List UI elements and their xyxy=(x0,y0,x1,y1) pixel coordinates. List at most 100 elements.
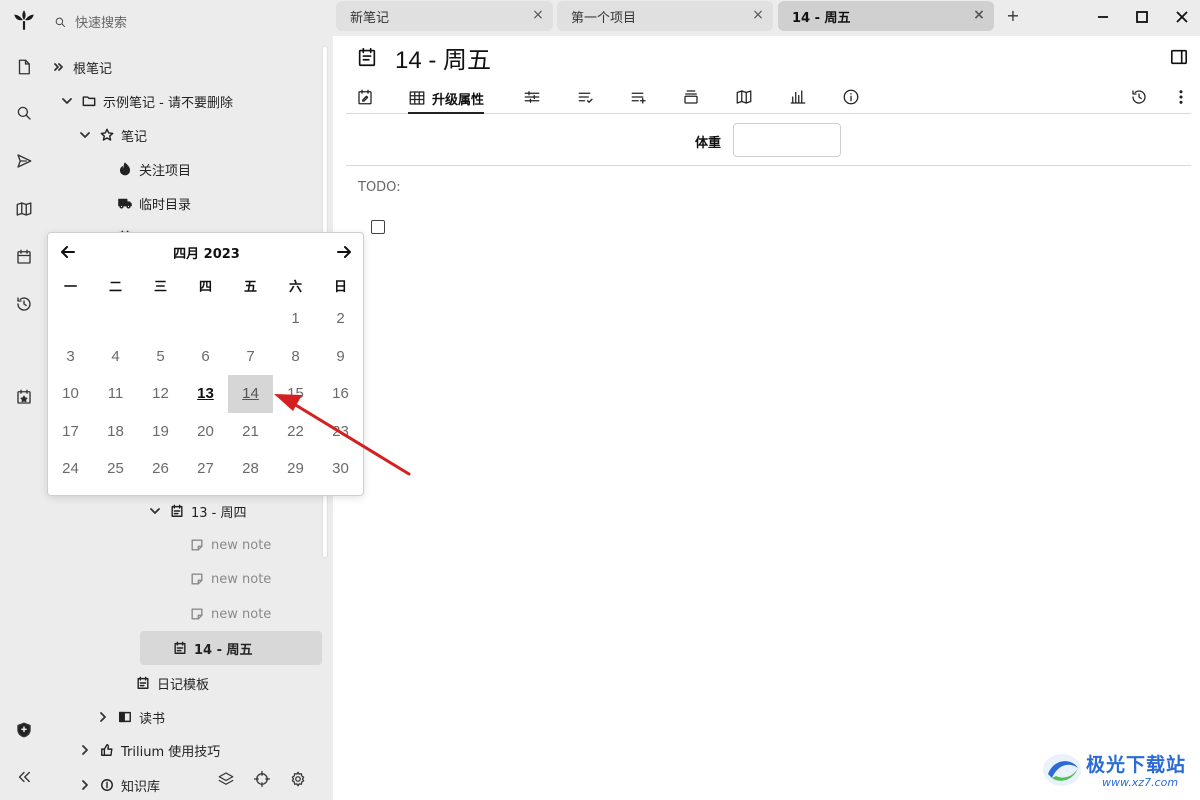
calendar-day-today[interactable]: 13 xyxy=(183,375,228,413)
maximize-icon[interactable] xyxy=(1131,6,1153,28)
tree-item-new-note[interactable]: new note xyxy=(189,601,271,627)
calendar-day[interactable]: 2 xyxy=(318,300,363,338)
new-note-icon[interactable] xyxy=(10,53,37,80)
calendar-day[interactable]: 26 xyxy=(138,450,183,488)
chevron-right-icon[interactable] xyxy=(79,779,91,791)
recent-changes-icon[interactable] xyxy=(10,290,37,317)
calendar-day[interactable]: 12 xyxy=(138,375,183,413)
layers-icon[interactable] xyxy=(215,768,237,790)
calendar-weekday: 日 xyxy=(333,280,347,295)
calendar-day[interactable]: 3 xyxy=(48,338,93,376)
calendar-day[interactable]: 27 xyxy=(183,450,228,488)
calendar-note-icon[interactable] xyxy=(356,46,378,68)
tab-day-14[interactable]: 14 - 周五 × xyxy=(778,1,994,31)
chevron-down-icon[interactable] xyxy=(149,505,161,517)
tab-new-note[interactable]: 新笔记 × xyxy=(336,1,553,31)
tree-item-label: 14 - 周五 xyxy=(194,642,253,658)
tree-item-notes[interactable]: 笔记 xyxy=(79,122,147,148)
calendar-month-label[interactable]: 四月 2023 xyxy=(48,243,365,262)
weight-field[interactable] xyxy=(733,123,841,157)
calendar-day[interactable]: 1 xyxy=(273,300,318,338)
bar-chart-icon[interactable] xyxy=(789,84,807,110)
double-chevron-right-icon[interactable] xyxy=(53,61,65,73)
sliders-icon[interactable] xyxy=(523,84,541,110)
crosshair-icon[interactable] xyxy=(251,768,273,790)
todo-checkbox[interactable] xyxy=(371,220,385,234)
info-icon[interactable] xyxy=(842,84,860,110)
arrow-right-icon[interactable] xyxy=(333,241,355,263)
close-icon[interactable]: × xyxy=(752,8,764,22)
tree-item-root[interactable]: 根笔记 xyxy=(53,54,112,80)
tree-item-watch-projects[interactable]: 关注项目 xyxy=(117,156,191,182)
calendar-day[interactable]: 21 xyxy=(228,413,273,451)
tree-item-books[interactable]: 读书 xyxy=(97,704,165,730)
calendar-day[interactable]: 20 xyxy=(183,413,228,451)
calendar-day[interactable]: 17 xyxy=(48,413,93,451)
calendar-day[interactable]: 30 xyxy=(318,450,363,488)
calendar-day[interactable]: 18 xyxy=(93,413,138,451)
list-add-icon[interactable] xyxy=(630,84,648,110)
tree-item-new-note[interactable]: new note xyxy=(189,566,271,592)
calendar-day[interactable]: 11 xyxy=(93,375,138,413)
today-icon[interactable] xyxy=(10,383,37,410)
tree-item-knowledge-base[interactable]: 知识库 xyxy=(79,772,160,798)
calendar-day[interactable]: 29 xyxy=(273,450,318,488)
calendar-note-icon xyxy=(135,676,150,691)
chevron-right-icon[interactable] xyxy=(79,744,91,756)
calendar-icon[interactable] xyxy=(10,243,37,270)
calendar-day-selected[interactable]: 14 xyxy=(228,375,273,413)
calendar-day[interactable]: 28 xyxy=(228,450,273,488)
chevron-down-icon[interactable] xyxy=(79,129,91,141)
close-icon[interactable]: × xyxy=(973,8,985,22)
calendar-weekday: 三 xyxy=(153,280,167,295)
calendar-day[interactable]: 8 xyxy=(273,338,318,376)
calendar-day[interactable]: 4 xyxy=(93,338,138,376)
minimize-icon[interactable] xyxy=(1092,6,1114,28)
calendar-day[interactable]: 10 xyxy=(48,375,93,413)
tree-item-day-13[interactable]: 13 - 周四 xyxy=(149,498,247,524)
tree-item-day-14[interactable]: 14 - 周五 xyxy=(140,631,322,665)
history-icon[interactable] xyxy=(1130,84,1148,110)
tree-item-journal-template[interactable]: 日记模板 xyxy=(135,670,209,696)
calendar-day[interactable]: 19 xyxy=(138,413,183,451)
calendar-day[interactable]: 23 xyxy=(318,413,363,451)
trilium-logo-icon[interactable] xyxy=(8,4,40,36)
note-title[interactable]: 14 - 周五 xyxy=(395,40,491,75)
note-body-text[interactable]: TODO: xyxy=(358,180,401,195)
protected-session-icon[interactable] xyxy=(10,716,37,743)
calendar-day[interactable]: 7 xyxy=(228,338,273,376)
tree-item-temp-dir[interactable]: 临时目录 xyxy=(117,190,191,216)
calendar-day[interactable]: 9 xyxy=(318,338,363,376)
note-map-icon[interactable] xyxy=(10,195,37,222)
chevron-down-icon[interactable] xyxy=(61,95,73,107)
stack-icon[interactable] xyxy=(682,84,700,110)
gear-icon[interactable] xyxy=(287,768,309,790)
calendar-day[interactable]: 25 xyxy=(93,450,138,488)
calendar-day[interactable]: 6 xyxy=(183,338,228,376)
new-tab-button[interactable]: + xyxy=(1004,6,1022,25)
tab-promoted-attributes[interactable]: 升级属性 xyxy=(408,84,485,114)
calendar-day[interactable]: 5 xyxy=(138,338,183,376)
tree-item-sample-notes[interactable]: 示例笔记 - 请不要删除 xyxy=(61,88,233,114)
tree-item-trilium-tips[interactable]: Trilium 使用技巧 xyxy=(79,737,220,763)
search-icon[interactable] xyxy=(10,99,37,126)
list-check-icon[interactable] xyxy=(577,84,595,110)
tab-first-project[interactable]: 第一个项目 × xyxy=(557,1,773,31)
sticky-note-icon xyxy=(189,607,204,622)
calendar-day[interactable]: 16 xyxy=(318,375,363,413)
map-icon[interactable] xyxy=(735,84,753,110)
collapse-sidebar-icon[interactable] xyxy=(10,763,37,790)
window-close-icon[interactable] xyxy=(1171,6,1193,28)
toggle-right-pane-icon[interactable] xyxy=(1170,48,1190,68)
calendar-day[interactable]: 24 xyxy=(48,450,93,488)
calendar-day[interactable]: 15 xyxy=(273,375,318,413)
jump-to-icon[interactable] xyxy=(10,147,37,174)
more-menu-icon[interactable] xyxy=(1172,84,1190,110)
calendar-note-icon xyxy=(169,504,184,519)
chevron-right-icon[interactable] xyxy=(97,711,109,723)
calendar-day[interactable]: 22 xyxy=(273,413,318,451)
tree-item-new-note[interactable]: new note xyxy=(189,532,271,558)
close-icon[interactable]: × xyxy=(532,8,544,22)
quick-search-input[interactable] xyxy=(75,12,315,34)
calendar-edit-icon[interactable] xyxy=(356,84,374,110)
